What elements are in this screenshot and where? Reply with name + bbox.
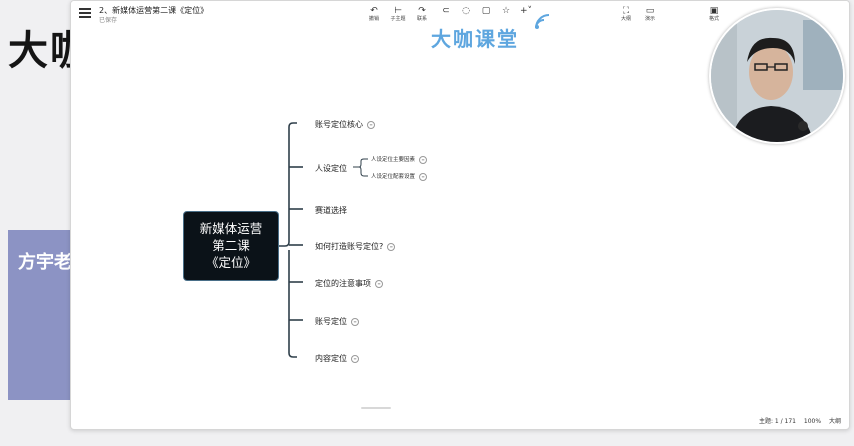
note-icon[interactable]: ≡: [351, 317, 359, 326]
branch-label: 赛道选择: [315, 206, 347, 215]
root-topic[interactable]: 新媒体运营 第二课 《定位》: [183, 211, 279, 281]
sub-topic[interactable]: 人设定位配套设置 ≡: [371, 172, 428, 181]
note-icon[interactable]: ≡: [419, 155, 428, 164]
branch-topic[interactable]: 账号定位核心 ≡: [315, 119, 375, 130]
view-mode[interactable]: 大纲: [829, 418, 841, 425]
webcam-overlay: [709, 8, 845, 144]
note-icon[interactable]: ≡: [367, 120, 375, 129]
horizontal-scrollbar[interactable]: [361, 407, 391, 409]
branch-topic[interactable]: 定位的注意事项 ≡: [315, 278, 383, 289]
branch-topic[interactable]: 如何打造账号定位? ≡: [315, 241, 396, 252]
sub-topic[interactable]: 人设定位主要因素 ≡: [371, 155, 428, 164]
root-line-3: 《定位》: [205, 255, 256, 270]
branch-label: 账号定位核心: [315, 120, 363, 129]
note-icon[interactable]: ≡: [351, 354, 359, 363]
root-line-1: 新媒体运营: [199, 221, 263, 236]
trunk-line: [279, 122, 297, 358]
note-icon[interactable]: ≡: [375, 279, 383, 288]
branch-topic[interactable]: 账号定位 ≡: [315, 316, 359, 327]
branch-label: 人设定位: [315, 164, 347, 173]
presenter-video: [711, 10, 843, 142]
note-icon[interactable]: ≡: [387, 242, 396, 251]
branch-label: 如何打造账号定位?: [315, 242, 384, 251]
branch-topic[interactable]: 赛道选择: [315, 205, 347, 216]
branch-label: 内容定位: [315, 354, 347, 363]
background-panel-text: 方宇老: [18, 252, 72, 273]
topic-count: 主题: 1 / 171: [758, 418, 796, 425]
branch-label: 定位的注意事项: [315, 279, 371, 288]
root-line-2: 第二课: [212, 238, 250, 253]
status-bar: 主题: 1 / 171 100% 大纲: [753, 416, 841, 425]
branch-topic[interactable]: 内容定位 ≡: [315, 353, 359, 364]
branch-topic[interactable]: 人设定位: [315, 163, 347, 174]
sub-topic-label: 人设定位主要因素: [371, 157, 416, 163]
note-icon[interactable]: ≡: [419, 172, 428, 181]
sub-topic-label: 人设定位配套设置: [371, 174, 416, 180]
zoom-level[interactable]: 100%: [804, 418, 821, 425]
branch-label: 账号定位: [315, 317, 347, 326]
connector-persona-children: [353, 158, 368, 177]
